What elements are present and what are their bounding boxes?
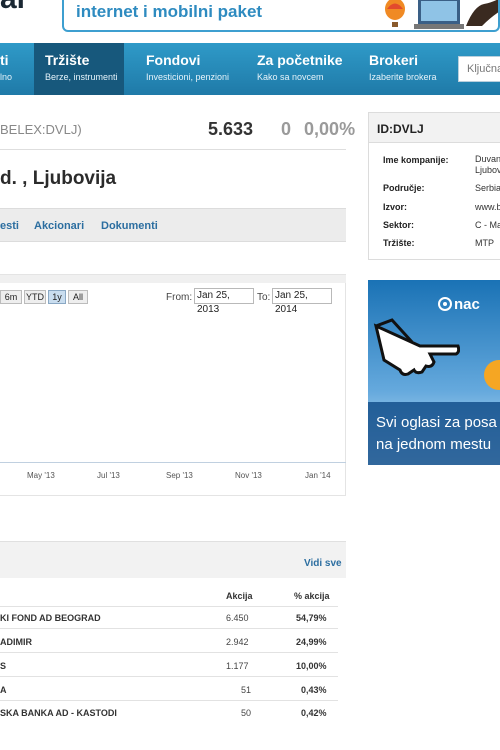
search-input[interactable]: Ključna bbox=[458, 56, 500, 82]
ticker-change-percent: 0,00% bbox=[304, 119, 356, 139]
holder-percent: 54,79% bbox=[296, 613, 327, 623]
ticker-change-value: 0 bbox=[281, 119, 292, 139]
holder-name: SKA BANKA AD - KASTODI bbox=[0, 708, 117, 718]
info-label: Tržište: bbox=[383, 238, 415, 248]
nav-item-title: Fondovi bbox=[146, 52, 201, 68]
top-ad-text: internet i mobilni paket bbox=[76, 2, 263, 21]
holder-name: A bbox=[0, 685, 7, 695]
table-divider bbox=[0, 676, 338, 677]
nav-item-subtitle: Investicioni, penzioni bbox=[146, 72, 230, 82]
nav-item-title: ti bbox=[0, 52, 9, 68]
info-label: Izvor: bbox=[383, 202, 408, 212]
info-value: Duvan Ljubov bbox=[475, 154, 500, 175]
percent-column-header: % akcija bbox=[294, 591, 330, 601]
balloon-icon bbox=[385, 0, 405, 27]
tab-vesti[interactable]: esti bbox=[0, 220, 19, 232]
page: al internet i mobilni paket ti lno T bbox=[0, 0, 500, 750]
info-label: Ime kompanije: bbox=[383, 155, 449, 165]
side-ad-brand: nac bbox=[454, 296, 480, 313]
holder-percent: 24,99% bbox=[296, 637, 327, 647]
company-tabs: esti Akcionari Dokumenti bbox=[0, 208, 346, 242]
id-panel-header: ID:DVLJ bbox=[369, 113, 500, 143]
table-divider bbox=[0, 700, 338, 701]
shareholders-header: Vidi sve bbox=[0, 542, 346, 578]
side-ad-line: na jednom mestu bbox=[376, 436, 492, 453]
ticker-row: BELEX:DVLJ) 5.633 0 0,00% bbox=[0, 108, 355, 150]
holder-name: S bbox=[0, 661, 7, 671]
range-1y-button[interactable]: 1y bbox=[48, 290, 66, 304]
to-label: To: bbox=[257, 292, 271, 303]
side-ad-text-block: Svi oglasi za posa na jednom mestu bbox=[368, 402, 500, 465]
nav-item-title: Tržište bbox=[45, 52, 90, 68]
holder-name: ADIMIR bbox=[0, 637, 32, 647]
table-divider bbox=[0, 652, 338, 653]
holder-percent: 10,00% bbox=[296, 661, 327, 671]
holder-name: KI FOND AD BEOGRAD bbox=[0, 613, 101, 623]
holder-percent: 0,43% bbox=[301, 685, 327, 695]
shares-column-header: Akcija bbox=[226, 591, 253, 601]
from-date-input[interactable]: Jan 25, 2013 bbox=[194, 288, 254, 315]
info-value: Serbia bbox=[475, 183, 500, 193]
nav-item-brokeri[interactable]: Brokeri Izaberite brokera bbox=[369, 43, 449, 95]
x-tick-label: May '13 bbox=[27, 471, 55, 480]
x-tick-label: Jul '13 bbox=[97, 471, 120, 480]
side-ad-banner[interactable]: nac Svi oglasi za posa na jednom mestu bbox=[368, 280, 500, 465]
tab-dokumenti[interactable]: Dokumenti bbox=[101, 220, 158, 232]
holder-shares: 51 bbox=[241, 685, 252, 695]
laptop-icon bbox=[414, 0, 464, 29]
chart-x-axis bbox=[0, 462, 346, 463]
holder-shares: 2.942 bbox=[226, 637, 249, 647]
ticker-change: 0 0,00% bbox=[281, 119, 355, 140]
x-tick-label: Nov '13 bbox=[235, 471, 262, 480]
info-value: C - Ma bbox=[475, 220, 500, 230]
shareholders-panel: Vidi sve Akcija % akcija KI FOND AD BEOG… bbox=[0, 541, 346, 750]
from-label: From: bbox=[166, 292, 193, 303]
info-label: Područje: bbox=[383, 183, 425, 193]
main-nav: ti lno Tržište Berze, instrumenti Fondov… bbox=[0, 43, 500, 95]
top-ad-banner[interactable]: internet i mobilni paket bbox=[62, 0, 500, 32]
holder-percent: 0,42% bbox=[301, 708, 327, 718]
chart-panel-header bbox=[0, 275, 346, 283]
nav-item-fondovi[interactable]: Fondovi Investicioni, penzioni bbox=[146, 43, 246, 95]
hand-icon bbox=[466, 0, 498, 26]
holder-shares: 50 bbox=[241, 708, 252, 718]
top-strip: al internet i mobilni paket bbox=[0, 0, 500, 40]
tab-akcionari[interactable]: Akcionari bbox=[34, 220, 84, 232]
table-divider bbox=[0, 606, 338, 607]
orange-orb bbox=[484, 360, 500, 390]
holder-shares: 1.177 bbox=[226, 661, 249, 671]
site-logo[interactable]: al bbox=[0, 0, 25, 16]
id-panel-title: ID:DVLJ bbox=[377, 122, 424, 136]
range-ytd-button[interactable]: YTD bbox=[24, 290, 46, 304]
info-label: Sektor: bbox=[383, 220, 415, 230]
range-all-button[interactable]: All bbox=[68, 290, 88, 304]
nav-item-trziste[interactable]: Tržište Berze, instrumenti bbox=[34, 43, 124, 95]
nav-item-za-pocetnike[interactable]: Za početnike Kako sa novcem bbox=[257, 43, 357, 95]
ticker-code: BELEX:DVLJ) bbox=[0, 122, 82, 137]
side-ad-line: Svi oglasi za posa bbox=[376, 414, 497, 431]
x-tick-label: Jan '14 bbox=[305, 471, 331, 480]
nav-item-title: Za početnike bbox=[257, 52, 343, 68]
company-title: d. , Ljubovija bbox=[0, 168, 117, 189]
x-tick-label: Sep '13 bbox=[166, 471, 193, 480]
nav-item-subtitle: lno bbox=[0, 72, 13, 82]
price-chart-panel: 6m YTD 1y All From: Jan 25, 2013 To: Jan… bbox=[0, 274, 346, 496]
info-value-link[interactable]: www.b bbox=[475, 202, 500, 213]
company-id-panel: ID:DVLJ Ime kompanije: Duvan Ljubov Podr… bbox=[368, 112, 500, 260]
table-divider bbox=[0, 628, 338, 629]
range-6m-button[interactable]: 6m bbox=[0, 290, 22, 304]
nav-item-title: Brokeri bbox=[369, 52, 419, 68]
nav-item-subtitle: Kako sa novcem bbox=[257, 72, 324, 82]
nav-item-subtitle: Izaberite brokera bbox=[369, 72, 437, 82]
brand-logo-icon bbox=[438, 297, 452, 311]
nav-item-subtitle: Berze, instrumenti bbox=[45, 72, 118, 82]
ticker-price: 5.633 bbox=[208, 119, 254, 139]
info-value: MTP bbox=[475, 238, 494, 248]
see-all-link[interactable]: Vidi sve bbox=[304, 558, 342, 569]
to-date-input[interactable]: Jan 25, 2014 bbox=[272, 288, 332, 315]
pointing-hand-icon bbox=[373, 318, 460, 376]
nav-item-partial[interactable]: ti lno bbox=[0, 43, 32, 95]
holder-shares: 6.450 bbox=[226, 613, 249, 623]
